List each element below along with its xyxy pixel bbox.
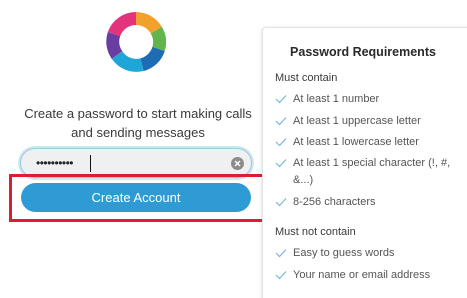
checkmark-icon	[275, 138, 287, 147]
password-masked-value[interactable]: ••••••••••	[36, 155, 74, 171]
requirement-item: At least 1 special character (!, #, &...…	[275, 155, 457, 189]
checkmark-icon	[275, 95, 287, 104]
webex-logo-icon	[106, 12, 166, 72]
requirements-title: Password Requirements	[290, 45, 436, 59]
checkmark-icon	[275, 159, 287, 168]
checkmark-icon	[275, 198, 287, 207]
create-account-button[interactable]: Create Account	[21, 183, 251, 212]
must-contain-label: Must contain	[275, 72, 338, 84]
requirement-item: At least 1 number	[275, 91, 465, 108]
checkmark-icon	[275, 117, 287, 126]
requirement-item: Your name or email address	[275, 267, 465, 284]
clear-x-icon[interactable]	[231, 157, 244, 170]
create-password-prompt: Create a password to start making calls …	[24, 106, 252, 140]
requirement-item: Easy to guess words	[275, 245, 465, 262]
checkmark-icon	[275, 249, 287, 258]
requirement-item: 8-256 characters	[275, 194, 465, 211]
text-caret	[90, 155, 91, 172]
checkmark-icon	[275, 271, 287, 280]
close-icon	[234, 160, 241, 167]
password-requirements-panel: Password Requirements Must contain At le…	[262, 27, 467, 298]
requirement-item: At least 1 uppercase letter	[275, 113, 465, 130]
must-not-contain-label: Must not contain	[275, 226, 356, 238]
requirement-item: At least 1 lowercase letter	[275, 134, 465, 151]
